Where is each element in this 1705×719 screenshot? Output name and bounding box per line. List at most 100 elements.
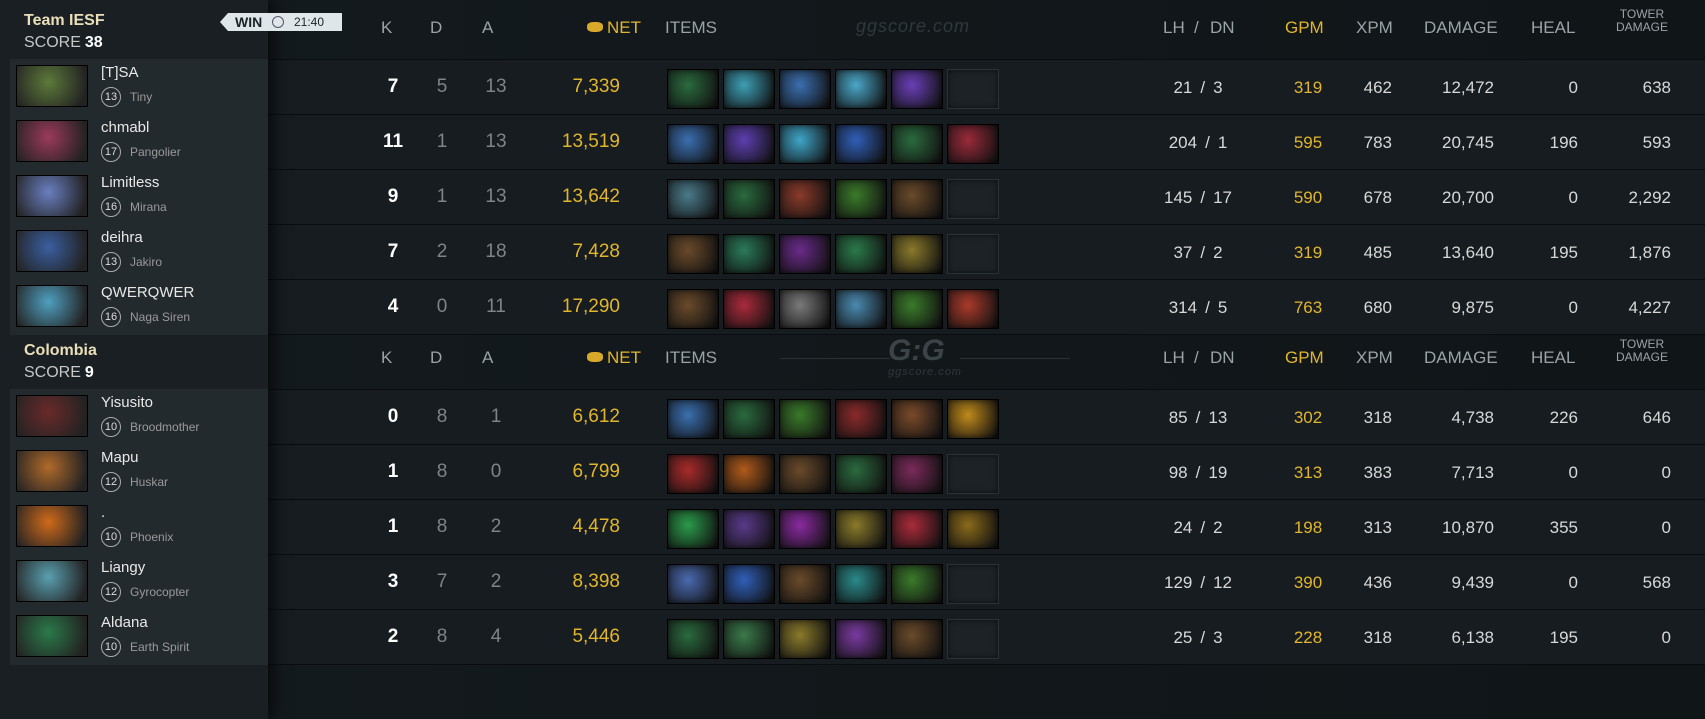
tower-damage: 0 — [1661, 628, 1671, 647]
item-icon[interactable] — [779, 509, 831, 549]
item-icon[interactable] — [891, 619, 943, 659]
item-icon[interactable] — [779, 454, 831, 494]
item-icon[interactable] — [891, 69, 943, 109]
item-icon[interactable] — [667, 124, 719, 164]
xpm: 783 — [1363, 133, 1392, 152]
player-row[interactable]: . 10 Phoenix — [10, 499, 268, 555]
damage: 12,472 — [1442, 78, 1494, 97]
net-worth: 13,519 — [561, 131, 620, 152]
item-icon[interactable] — [835, 234, 887, 274]
item-icon[interactable] — [891, 509, 943, 549]
player-name[interactable]: QWERQWER — [101, 284, 194, 301]
item-icon[interactable] — [723, 179, 775, 219]
player-name[interactable]: Yisusito — [101, 394, 153, 411]
item-icon[interactable] — [667, 234, 719, 274]
item-icon[interactable] — [667, 69, 719, 109]
damage: 4,738 — [1451, 408, 1494, 427]
empty-item-slot[interactable] — [947, 69, 999, 109]
item-icon[interactable] — [835, 124, 887, 164]
item-icon[interactable] — [723, 619, 775, 659]
player-row[interactable]: QWERQWER 16 Naga Siren — [10, 279, 268, 335]
item-icon[interactable] — [835, 399, 887, 439]
player-row[interactable]: Aldana 10 Earth Spirit — [10, 609, 268, 665]
item-icon[interactable] — [667, 454, 719, 494]
player-name[interactable]: [T]SA — [101, 64, 139, 81]
deaths: 5 — [436, 76, 448, 97]
item-icon[interactable] — [667, 509, 719, 549]
item-icon[interactable] — [835, 619, 887, 659]
lh-dn: 85 / 13 — [1138, 408, 1258, 428]
player-name[interactable]: Mapu — [101, 449, 139, 466]
header-tower-damage: TOWER DAMAGE — [1616, 338, 1668, 364]
player-name[interactable]: chmabl — [101, 119, 149, 136]
item-icon[interactable] — [947, 124, 999, 164]
xpm: 678 — [1363, 188, 1392, 207]
item-icon[interactable] — [667, 399, 719, 439]
item-icon[interactable] — [835, 509, 887, 549]
empty-item-slot[interactable] — [947, 619, 999, 659]
player-row[interactable]: deihra 13 Jakiro — [10, 224, 268, 280]
item-icon[interactable] — [947, 509, 999, 549]
item-icon[interactable] — [779, 289, 831, 329]
player-name[interactable]: . — [101, 504, 105, 521]
player-row[interactable]: Limitless 16 Mirana — [10, 169, 268, 225]
player-name[interactable]: deihra — [101, 229, 143, 246]
item-icon[interactable] — [779, 234, 831, 274]
item-icon[interactable] — [723, 69, 775, 109]
empty-item-slot[interactable] — [947, 564, 999, 604]
empty-item-slot[interactable] — [947, 234, 999, 274]
player-name[interactable]: Limitless — [101, 174, 159, 191]
kills: 3 — [387, 571, 399, 592]
empty-item-slot[interactable] — [947, 179, 999, 219]
item-icon[interactable] — [891, 179, 943, 219]
damage: 10,870 — [1442, 518, 1494, 537]
item-icon[interactable] — [835, 564, 887, 604]
item-icon[interactable] — [891, 564, 943, 604]
hero-level: 13 — [101, 252, 121, 272]
item-icon[interactable] — [779, 69, 831, 109]
item-icon[interactable] — [667, 179, 719, 219]
item-icon[interactable] — [723, 234, 775, 274]
player-row[interactable]: Liangy 12 Gyrocopter — [10, 554, 268, 610]
item-icon[interactable] — [723, 564, 775, 604]
item-icon[interactable] — [779, 179, 831, 219]
item-icon[interactable] — [723, 509, 775, 549]
item-icon[interactable] — [891, 454, 943, 494]
item-icon[interactable] — [723, 399, 775, 439]
item-icon[interactable] — [779, 619, 831, 659]
item-icon[interactable] — [947, 289, 999, 329]
item-icon[interactable] — [723, 124, 775, 164]
item-icon[interactable] — [667, 289, 719, 329]
player-name[interactable]: Aldana — [101, 614, 148, 631]
item-icon[interactable] — [779, 399, 831, 439]
player-name[interactable]: Liangy — [101, 559, 145, 576]
item-icon[interactable] — [779, 124, 831, 164]
item-icon[interactable] — [947, 399, 999, 439]
item-icon[interactable] — [779, 564, 831, 604]
item-icon[interactable] — [891, 399, 943, 439]
deaths: 2 — [436, 241, 448, 262]
hero-name: Jakiro — [130, 255, 163, 269]
item-icon[interactable] — [723, 289, 775, 329]
empty-item-slot[interactable] — [947, 454, 999, 494]
item-icon[interactable] — [835, 454, 887, 494]
xpm: 436 — [1363, 573, 1392, 592]
item-icon[interactable] — [891, 124, 943, 164]
item-icon[interactable] — [835, 69, 887, 109]
player-row[interactable]: chmabl 17 Pangolier — [10, 114, 268, 170]
item-icon[interactable] — [835, 179, 887, 219]
deaths: 7 — [436, 571, 448, 592]
item-icon[interactable] — [723, 454, 775, 494]
xpm: 318 — [1363, 408, 1392, 427]
item-icon[interactable] — [891, 289, 943, 329]
header-gpm: GPM — [1285, 18, 1324, 37]
tower-damage: 593 — [1642, 133, 1671, 152]
item-icon[interactable] — [835, 289, 887, 329]
item-icon[interactable] — [891, 234, 943, 274]
item-icon[interactable] — [667, 619, 719, 659]
player-row[interactable]: [T]SA 13 Tiny — [10, 59, 268, 115]
item-icon[interactable] — [667, 564, 719, 604]
player-row[interactable]: Yisusito 10 Broodmother — [10, 389, 268, 445]
player-row[interactable]: Mapu 12 Huskar — [10, 444, 268, 500]
assists: 0 — [490, 461, 502, 482]
